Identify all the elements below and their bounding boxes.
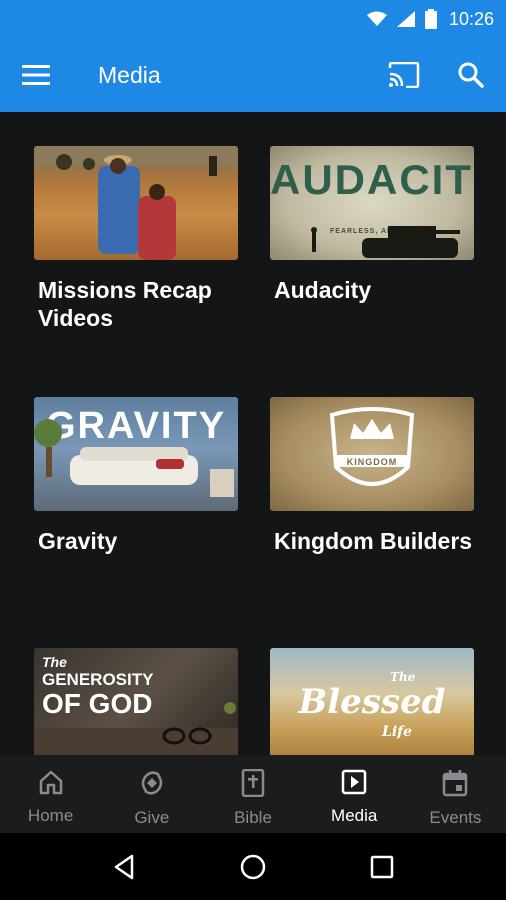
media-item-label: Gravity: [38, 528, 118, 554]
kingdom-shield-logo: [329, 407, 415, 486]
bottom-navigation: Home Give Bible Media Events: [0, 755, 506, 833]
media-item-gravity[interactable]: GRAVITY Gravity: [34, 397, 238, 555]
give-icon: [138, 769, 166, 802]
nav-label: Give: [134, 808, 170, 827]
thumb-text-3: Life: [382, 724, 413, 740]
media-thumbnail: [34, 146, 238, 260]
media-thumbnail: The GENEROSITY OF GOD: [34, 648, 238, 755]
nav-label: Media: [331, 806, 378, 825]
search-icon[interactable]: [458, 62, 484, 88]
thumb-text-2: Blessed: [298, 682, 446, 722]
wifi-icon: [366, 11, 387, 27]
cast-icon[interactable]: [388, 62, 420, 88]
nav-label: Home: [27, 806, 74, 825]
media-thumbnail: AUDACITY FEARLESS, AND BRAVE: [270, 146, 474, 260]
media-item-missions[interactable]: Missions Recap Videos: [34, 146, 238, 332]
media-item-audacity[interactable]: AUDACITY FEARLESS, AND BRAVE Audacity: [270, 146, 474, 304]
system-navigation: [0, 833, 506, 900]
nav-item-give[interactable]: Give: [101, 755, 202, 833]
status-time: 10:26: [448, 8, 494, 29]
media-play-icon: [341, 769, 367, 800]
menu-icon[interactable]: [22, 65, 50, 85]
status-bar: 10:26: [0, 0, 506, 38]
media-item-the-blessed-life[interactable]: The Blessed Life: [270, 648, 474, 755]
calendar-icon: [442, 769, 468, 802]
back-icon[interactable]: [99, 842, 149, 892]
tank-silhouette: [311, 226, 460, 258]
recents-icon[interactable]: [357, 842, 407, 892]
nav-item-media[interactable]: Media: [304, 755, 405, 833]
home-circle-icon[interactable]: [228, 842, 278, 892]
media-item-generosity-of-god[interactable]: The GENEROSITY OF GOD: [34, 648, 238, 755]
media-item-label: Missions Recap Videos: [38, 277, 212, 331]
nav-item-home[interactable]: Home: [0, 755, 101, 833]
thumb-title: KINGDOM: [346, 457, 398, 467]
nav-item-bible[interactable]: Bible: [202, 755, 303, 833]
nav-item-events[interactable]: Events: [405, 755, 506, 833]
home-icon: [38, 769, 64, 800]
bible-icon: [241, 768, 265, 802]
missions-photo: [34, 146, 238, 260]
page-title: Media: [98, 61, 161, 88]
battery-icon: [424, 9, 437, 29]
glasses-on-table: [34, 702, 238, 755]
media-thumbnail: GRAVITY: [34, 397, 238, 511]
media-item-kingdom-builders[interactable]: KINGDOM Kingdom Builders: [270, 397, 474, 555]
media-item-label: Audacity: [274, 277, 372, 303]
media-thumbnail: The Blessed Life: [270, 648, 474, 755]
media-thumbnail: KINGDOM: [270, 397, 474, 511]
nav-label: Bible: [234, 808, 272, 827]
media-grid: Missions Recap Videos AUDACITY FEARLESS,…: [0, 112, 506, 755]
media-item-label: Kingdom Builders: [274, 528, 473, 554]
signal-icon: [396, 11, 415, 27]
app-bar: Media: [0, 38, 506, 112]
couch-illustration: [34, 419, 234, 497]
nav-label: Events: [429, 808, 482, 827]
